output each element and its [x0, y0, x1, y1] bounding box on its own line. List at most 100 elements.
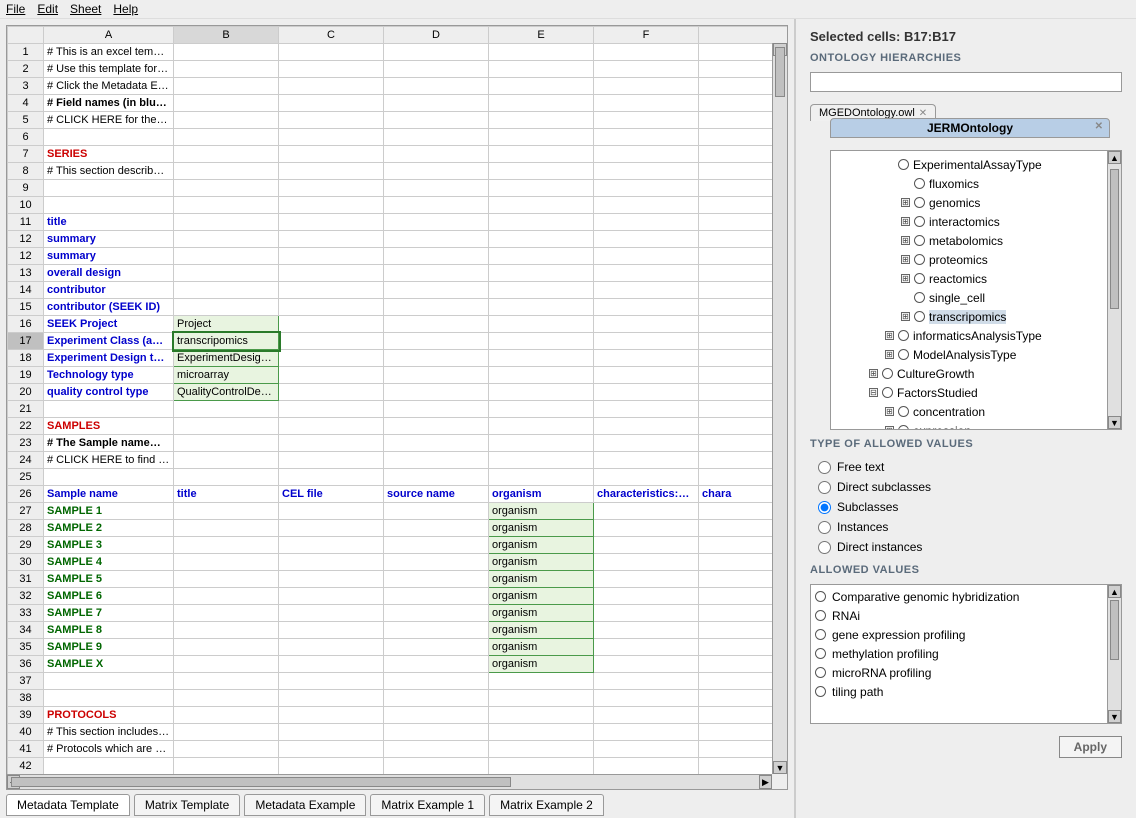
cell[interactable]	[279, 282, 384, 299]
cell[interactable]	[174, 452, 279, 469]
row-header[interactable]: 3	[8, 78, 44, 95]
cell[interactable]	[594, 452, 699, 469]
cell[interactable]	[594, 418, 699, 435]
scroll-up-arrow[interactable]: ▲	[1108, 151, 1121, 164]
scroll-thumb[interactable]	[775, 47, 785, 97]
cell[interactable]	[279, 384, 384, 401]
cell[interactable]	[594, 741, 699, 758]
scroll-up-arrow[interactable]: ▲	[1108, 585, 1121, 598]
tree-node[interactable]: ⊞CultureGrowth	[837, 364, 1115, 383]
cell[interactable]	[279, 44, 384, 61]
cell[interactable]: summary	[44, 231, 174, 248]
cell[interactable]	[174, 78, 279, 95]
cell[interactable]	[279, 452, 384, 469]
cell[interactable]	[279, 350, 384, 367]
cell[interactable]	[279, 248, 384, 265]
cell[interactable]	[174, 673, 279, 690]
cell[interactable]	[594, 112, 699, 129]
cell[interactable]: # The Sample name…	[44, 435, 174, 452]
cell[interactable]	[174, 418, 279, 435]
cell[interactable]	[174, 129, 279, 146]
cell[interactable]	[489, 248, 594, 265]
cell[interactable]	[489, 282, 594, 299]
cell[interactable]	[174, 231, 279, 248]
cell[interactable]	[594, 129, 699, 146]
cell[interactable]	[384, 350, 489, 367]
row-header[interactable]: 16	[8, 316, 44, 333]
ontology-tab-jerm[interactable]: JERMOntology ✕	[830, 118, 1110, 138]
cell[interactable]	[384, 435, 489, 452]
tab-metadata-template[interactable]: Metadata Template	[6, 794, 130, 816]
cell[interactable]	[594, 571, 699, 588]
row-header[interactable]: 13	[8, 265, 44, 282]
cell[interactable]	[489, 129, 594, 146]
cell[interactable]: organism	[489, 622, 594, 639]
cell[interactable]	[384, 588, 489, 605]
tree-toggle-icon[interactable]: ⊞	[901, 312, 910, 321]
cell[interactable]	[384, 316, 489, 333]
cell[interactable]: overall design	[44, 265, 174, 282]
allowed-values-list[interactable]: Comparative genomic hybridizationRNAigen…	[810, 584, 1122, 724]
row-header[interactable]: 2	[8, 61, 44, 78]
column-header[interactable]: B	[174, 27, 279, 44]
cell[interactable]	[174, 554, 279, 571]
cell[interactable]	[279, 163, 384, 180]
tree-node[interactable]: ⊞informaticsAnalysisType	[837, 326, 1115, 345]
row-header[interactable]: 33	[8, 605, 44, 622]
cell[interactable]	[174, 282, 279, 299]
cell[interactable]	[174, 639, 279, 656]
cell[interactable]	[489, 707, 594, 724]
column-header[interactable]: F	[594, 27, 699, 44]
cell[interactable]	[384, 146, 489, 163]
cell[interactable]	[594, 265, 699, 282]
cell[interactable]	[489, 180, 594, 197]
cell[interactable]	[594, 350, 699, 367]
cell[interactable]	[594, 758, 699, 775]
row-header[interactable]: 25	[8, 469, 44, 486]
cell[interactable]	[44, 197, 174, 214]
cell[interactable]	[174, 299, 279, 316]
spreadsheet-grid[interactable]: ABCDEF1# This is an excel templa…2# Use …	[7, 26, 788, 790]
tree-toggle-icon[interactable]: ⊞	[869, 369, 878, 378]
cell[interactable]	[384, 333, 489, 350]
tree-node[interactable]: ⊞transcripomics	[837, 307, 1115, 326]
row-header[interactable]: 18	[8, 350, 44, 367]
cell[interactable]: SAMPLES	[44, 418, 174, 435]
type-option[interactable]: Subclasses	[818, 498, 1122, 516]
cell[interactable]	[489, 197, 594, 214]
cell[interactable]: organism	[489, 486, 594, 503]
cell[interactable]	[489, 299, 594, 316]
cell[interactable]	[174, 656, 279, 673]
cell[interactable]: microarray	[174, 367, 279, 384]
cell[interactable]	[384, 758, 489, 775]
cell[interactable]	[384, 231, 489, 248]
column-header[interactable]	[699, 27, 789, 44]
cell[interactable]	[594, 248, 699, 265]
cell[interactable]	[279, 503, 384, 520]
row-header[interactable]: 10	[8, 197, 44, 214]
cell[interactable]	[384, 639, 489, 656]
cell[interactable]	[44, 758, 174, 775]
row-header[interactable]: 34	[8, 622, 44, 639]
cell[interactable]	[44, 673, 174, 690]
cell[interactable]	[594, 61, 699, 78]
cell[interactable]	[174, 214, 279, 231]
cell[interactable]	[174, 112, 279, 129]
radio-input[interactable]	[818, 541, 831, 554]
ontology-search-input[interactable]	[810, 72, 1122, 92]
type-option[interactable]: Direct subclasses	[818, 478, 1122, 496]
tab-matrix-example-2[interactable]: Matrix Example 2	[489, 794, 604, 816]
cell[interactable]	[489, 690, 594, 707]
cell[interactable]	[279, 299, 384, 316]
allowed-value-item[interactable]: Comparative genomic hybridization	[815, 587, 1117, 606]
cell[interactable]	[594, 214, 699, 231]
scroll-down-arrow[interactable]: ▼	[1108, 416, 1121, 429]
row-header[interactable]: 19	[8, 367, 44, 384]
cell[interactable]	[174, 537, 279, 554]
cell[interactable]	[279, 724, 384, 741]
cell[interactable]	[594, 180, 699, 197]
tree-toggle-icon[interactable]: ⊟	[869, 388, 878, 397]
column-header[interactable]: E	[489, 27, 594, 44]
cell[interactable]	[174, 571, 279, 588]
row-header[interactable]: 5	[8, 112, 44, 129]
